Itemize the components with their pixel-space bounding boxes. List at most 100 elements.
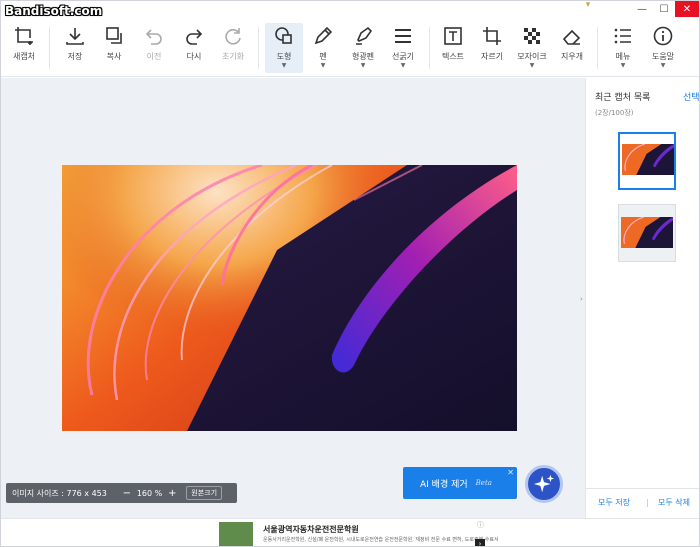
crop-label: 자르기 [480, 52, 504, 61]
line-width-icon [395, 29, 411, 43]
mosaic-icon [524, 28, 540, 44]
mosaic-label: 모자이크 [517, 52, 547, 61]
toolbar-separator [49, 27, 50, 69]
toolbar-separator [597, 27, 598, 69]
ad-description: 운동사거리운전학원, 신설/폐 운전학원, 시내도로운전연습 운전전문학원, 재… [263, 537, 499, 543]
window-controls: — ☐ ✕ [631, 1, 699, 17]
chevron-down-icon: ▼ [620, 62, 626, 69]
mosaic-button[interactable]: 모자이크 ▼ [513, 23, 551, 73]
ai-button-label: AI 배경 제거 [420, 479, 468, 490]
ai-close-icon[interactable]: ✕ [507, 468, 514, 477]
shape-button[interactable]: 도형 ▼ [265, 23, 303, 73]
pen-icon [314, 26, 333, 45]
capture-count: (2장/100장) [595, 109, 634, 117]
reset-label: 초기화 [221, 52, 245, 61]
original-size-button[interactable]: 원본크기 [186, 486, 223, 500]
line-width-button[interactable]: 선굵기 ▼ [384, 23, 422, 73]
save-button[interactable]: 저장 [56, 23, 94, 73]
help-button[interactable]: 도움말 ▼ [644, 23, 682, 73]
eraser-label: 지우개 [560, 52, 584, 61]
thumbnail-image [622, 144, 674, 175]
new-capture-button[interactable]: 새캡처 [5, 23, 43, 73]
redo-icon [186, 29, 203, 45]
copy-label: 복사 [106, 52, 122, 61]
ai-background-remove-button[interactable]: AI 배경 제거 Beta ✕ [403, 467, 517, 499]
text-button[interactable]: 텍스트 [434, 23, 472, 73]
shape-label: 도형 [276, 52, 292, 61]
thumbnail-capture-1[interactable] [618, 132, 676, 190]
help-label: 도움말 [651, 52, 675, 61]
zoom-level: 160 % [136, 488, 163, 498]
shapes-icon [275, 27, 292, 44]
recent-captures-panel: 최근 캡처 목록 선택 (2장/100장) 모두 저장 | 모두 삭제 [585, 78, 699, 518]
save-all-button[interactable]: 모두 저장 [598, 497, 630, 508]
menu-button[interactable]: 메뉴 ▼ [604, 23, 642, 73]
panel-title: 최근 캡처 목록 [595, 93, 651, 103]
ad-info-icon[interactable]: ⓘ [477, 520, 484, 530]
highlighter-icon [356, 26, 373, 45]
chevron-down-icon: ▼ [360, 62, 366, 69]
ad-arrow-icon[interactable]: › [475, 539, 485, 546]
chevron-down-icon: ▼ [660, 62, 666, 69]
chevron-down-icon: ▼ [320, 62, 326, 69]
refresh-icon [225, 28, 241, 45]
delete-all-button[interactable]: 모두 삭제 [658, 497, 690, 508]
panel-footer-divider [586, 488, 699, 489]
new-capture-label: 새캡처 [12, 52, 36, 61]
text-label: 텍스트 [441, 52, 465, 61]
minimize-button[interactable]: — [631, 1, 653, 17]
close-button[interactable]: ✕ [675, 1, 699, 17]
chevron-down-icon: ▼ [400, 62, 406, 69]
line-width-label: 선굵기 [391, 52, 415, 61]
ai-sparkle-button[interactable] [525, 465, 563, 503]
footer-separator: | [646, 498, 649, 507]
text-icon [444, 27, 462, 45]
undo-icon [145, 29, 162, 45]
ad-banner[interactable]: 서울광역자동차운전전문학원 운동사거리운전학원, 신설/폐 운전학원, 시내도로… [1, 518, 699, 546]
toolbar: 새캡처 저장 복사 이전 다시 초기화 도형 ▼ 펜 ▼ 형광펜 ▼ 선굵기 ▼… [1, 17, 699, 77]
download-icon [66, 28, 84, 45]
pen-button[interactable]: 펜 ▼ [304, 23, 342, 73]
undo-button[interactable]: 이전 [135, 23, 173, 73]
sparkle-icon [533, 474, 555, 493]
image-size-label: 이미지 사이즈 : 776 x 453 [12, 488, 107, 498]
pen-label: 펜 [319, 52, 327, 61]
ad-image [219, 522, 253, 546]
captured-image[interactable] [62, 165, 517, 431]
eraser-icon [562, 29, 581, 45]
eraser-button[interactable]: 지우개 [553, 23, 591, 73]
watermark: Bandisoft.com [5, 4, 103, 18]
app-window: Bandisoft.com ▾ — ☐ ✕ 새캡처 저장 복사 이전 다시 초기… [0, 0, 700, 547]
abstract-artwork [62, 165, 517, 431]
toolbar-separator [258, 27, 259, 69]
chevron-down-icon: ▼ [529, 62, 535, 69]
panel-divider-handle[interactable]: › [580, 295, 583, 303]
menu-icon [614, 28, 631, 44]
highlighter-button[interactable]: 형광펜 ▼ [344, 23, 382, 73]
redo-button[interactable]: 다시 [175, 23, 213, 73]
thumbnail-image [621, 217, 673, 248]
copy-button[interactable]: 복사 [95, 23, 133, 73]
highlighter-label: 형광펜 [351, 52, 375, 61]
chevron-down-icon: ▼ [281, 62, 287, 69]
menu-label: 메뉴 [615, 52, 631, 61]
info-icon [653, 26, 673, 46]
copy-icon [106, 27, 122, 44]
thumbnail-capture-2[interactable] [618, 204, 676, 262]
redo-label: 다시 [186, 52, 202, 61]
crop-icon [483, 27, 501, 45]
crop-plus-icon [15, 27, 33, 45]
save-label: 저장 [67, 52, 83, 61]
reset-button[interactable]: 초기화 [214, 23, 252, 73]
crop-button[interactable]: 자르기 [473, 23, 511, 73]
beta-badge: Beta [475, 479, 492, 487]
ad-title: 서울광역자동차운전전문학원 [263, 525, 359, 534]
toolbar-separator [429, 27, 430, 69]
maximize-button[interactable]: ☐ [653, 1, 675, 17]
undo-label: 이전 [146, 52, 162, 61]
zoom-out-button[interactable]: − [121, 488, 133, 499]
zoom-in-button[interactable]: + [166, 488, 178, 499]
pin-icon[interactable]: ▾ [581, 1, 595, 10]
image-info-bar: 이미지 사이즈 : 776 x 453 − 160 % + 원본크기 [6, 483, 237, 503]
select-button[interactable]: 선택 [683, 90, 699, 103]
